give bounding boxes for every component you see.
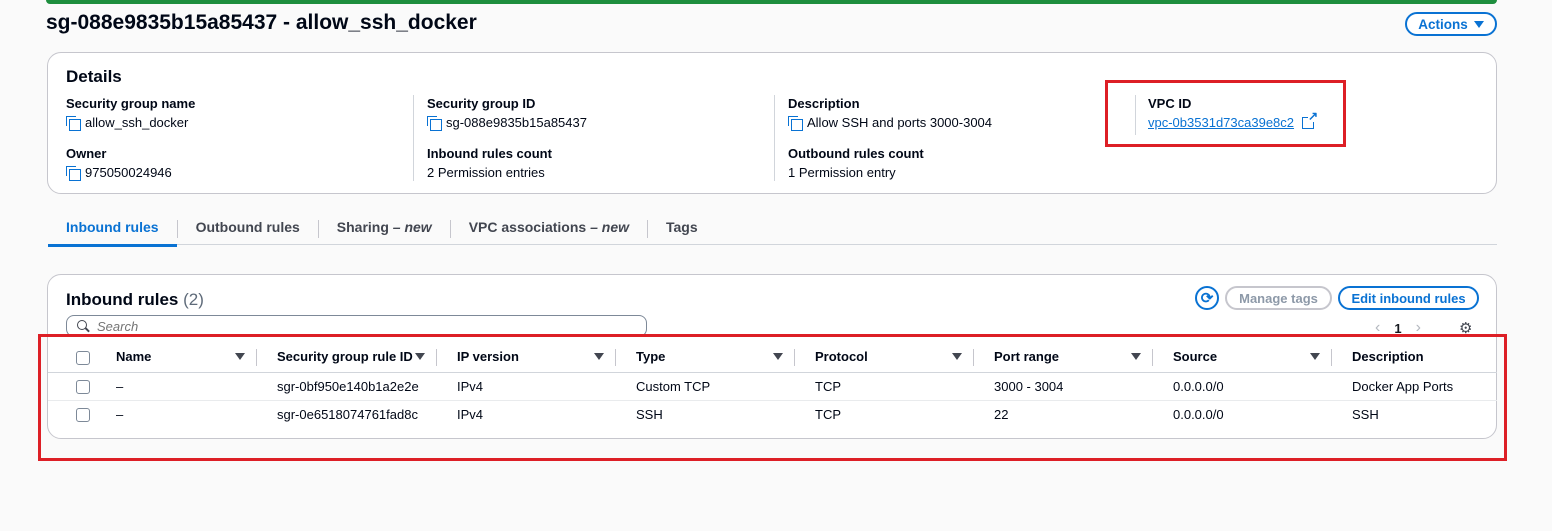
edit-inbound-rules-button[interactable]: Edit inbound rules bbox=[1338, 286, 1479, 310]
copy-icon[interactable] bbox=[66, 166, 81, 181]
field-value: Allow SSH and ports 3000-3004 bbox=[807, 115, 993, 130]
field-label: Description bbox=[788, 96, 860, 111]
rules-table-highlight bbox=[38, 334, 1507, 461]
vpc-id-highlight bbox=[1105, 80, 1346, 147]
success-banner-edge bbox=[46, 0, 1497, 4]
actions-label: Actions bbox=[1418, 16, 1468, 32]
field-security-group-id: Security group ID sg-088e9835b15a85437 bbox=[427, 96, 587, 131]
field-outbound-rules-count: Outbound rules count 1 Permission entry bbox=[788, 146, 924, 181]
column-divider bbox=[413, 95, 414, 181]
field-security-group-name: Security group name allow_ssh_docker bbox=[66, 96, 195, 131]
new-badge: – new bbox=[590, 219, 629, 235]
manage-tags-button[interactable]: Manage tags bbox=[1225, 286, 1332, 310]
tab-sharing[interactable]: Sharing – new bbox=[319, 215, 450, 245]
actions-button[interactable]: Actions bbox=[1405, 12, 1497, 36]
field-label: Security group ID bbox=[427, 96, 536, 111]
field-value: 975050024946 bbox=[85, 165, 172, 180]
search-input[interactable] bbox=[97, 318, 617, 334]
caret-down-icon bbox=[1473, 20, 1484, 28]
tab-bar: Inbound rules Outbound rules Sharing – n… bbox=[48, 215, 1497, 247]
field-value: 1 Permission entry bbox=[788, 165, 896, 180]
field-label: Inbound rules count bbox=[427, 146, 552, 161]
rules-count: (2) bbox=[183, 290, 204, 309]
tab-vpc-associations[interactable]: VPC associations – new bbox=[451, 215, 647, 245]
field-value: 2 Permission entries bbox=[427, 165, 545, 180]
field-label: Security group name bbox=[66, 96, 196, 111]
field-label: Owner bbox=[66, 146, 107, 161]
tab-tags[interactable]: Tags bbox=[648, 215, 716, 245]
field-description: Description Allow SSH and ports 3000-300… bbox=[788, 96, 992, 131]
tab-inbound-rules[interactable]: Inbound rules bbox=[48, 215, 177, 247]
refresh-icon: ⟳ bbox=[1200, 289, 1214, 307]
field-value: sg-088e9835b15a85437 bbox=[446, 115, 587, 130]
tab-outbound-rules[interactable]: Outbound rules bbox=[178, 215, 318, 245]
copy-icon[interactable] bbox=[66, 116, 81, 131]
field-owner: Owner 975050024946 bbox=[66, 146, 172, 181]
copy-icon[interactable] bbox=[788, 116, 803, 131]
new-badge: – new bbox=[392, 219, 432, 235]
search-icon bbox=[77, 320, 89, 332]
field-inbound-rules-count: Inbound rules count 2 Permission entries bbox=[427, 146, 552, 181]
refresh-button[interactable]: ⟳ bbox=[1195, 286, 1219, 310]
page-title: sg-088e9835b15a85437 - allow_ssh_docker bbox=[46, 11, 477, 34]
details-title: Details bbox=[66, 67, 122, 86]
column-divider bbox=[774, 95, 775, 181]
inbound-rules-heading: Inbound rules (2) bbox=[66, 290, 204, 309]
field-value: allow_ssh_docker bbox=[85, 115, 189, 130]
copy-icon[interactable] bbox=[427, 116, 442, 131]
field-label: Outbound rules count bbox=[788, 146, 924, 161]
